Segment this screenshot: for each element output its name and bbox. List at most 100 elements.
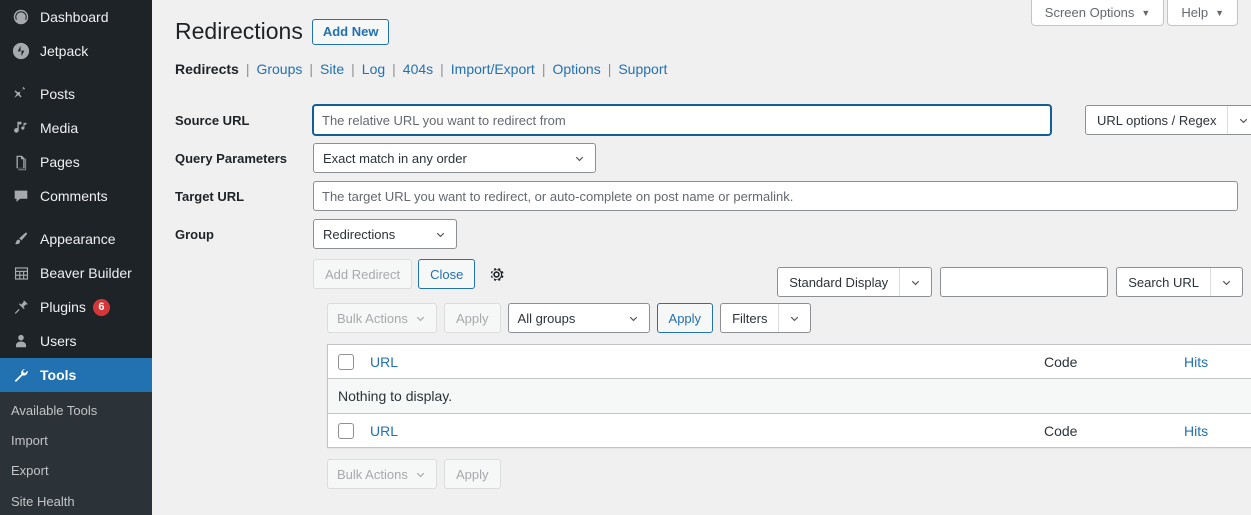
filters-dropdown[interactable]: Filters	[720, 303, 812, 333]
bulk-actions-toolbar-bottom: Bulk Actions Apply	[327, 459, 501, 489]
group-filter-select[interactable]: All groups	[507, 303, 650, 333]
subnav-item-groups[interactable]: Groups	[256, 61, 302, 77]
select-all-checkbox-bottom[interactable]	[338, 422, 354, 439]
subnav-item-options[interactable]: Options	[552, 61, 600, 77]
query-parameters-select[interactable]: Exact match in any order	[313, 143, 596, 173]
search-input[interactable]	[940, 267, 1109, 297]
display-search-toolbar: Standard Display Search URL	[777, 267, 1243, 297]
sidebar-item-label: Appearance	[40, 231, 116, 247]
sidebar-item-tools[interactable]: Tools	[0, 358, 152, 392]
sidebar-item-beaver-builder[interactable]: Beaver Builder	[0, 256, 152, 290]
sidebar-item-appearance[interactable]: Appearance	[0, 222, 152, 256]
sidebar-item-label: Pages	[40, 154, 80, 170]
apply-bulk-button-top[interactable]: Apply	[444, 303, 501, 333]
query-parameters-row: Query Parameters Exact match in any orde…	[175, 143, 1239, 173]
table-footer-row: URL Code Hits Last Access	[328, 413, 1251, 447]
sidebar-item-label: Beaver Builder	[40, 265, 132, 281]
sidebar-item-label: Jetpack	[40, 43, 89, 59]
query-parameters-value: Exact match in any order	[323, 150, 467, 166]
chevron-down-icon	[559, 152, 586, 165]
screen-options-tab[interactable]: Screen Options ▼	[1030, 0, 1165, 26]
chevron-down-icon	[778, 304, 810, 332]
subnav-separator: |	[245, 61, 250, 77]
subnav-item-redirects[interactable]: Redirects	[175, 61, 239, 77]
column-footer-url[interactable]: URL	[370, 423, 1044, 439]
subnav-separator: |	[607, 61, 612, 77]
sidebar-item-label: Comments	[40, 188, 108, 204]
bulk-actions-select-bottom[interactable]: Bulk Actions	[327, 459, 437, 489]
display-mode-dropdown[interactable]: Standard Display	[777, 267, 933, 297]
sidebar-item-pages[interactable]: Pages	[0, 145, 152, 179]
group-filter-value: All groups	[517, 310, 576, 326]
submenu-item-site-health[interactable]: Site Health	[0, 487, 152, 515]
chevron-down-icon	[899, 268, 931, 296]
close-button[interactable]: Close	[418, 259, 476, 289]
subnav-item-log[interactable]: Log	[362, 61, 385, 77]
add-redirect-form: Source URL URL options / Regex Query Par…	[175, 105, 1251, 289]
group-value: Redirections	[323, 226, 396, 242]
plugins-update-badge: 6	[92, 298, 110, 316]
bulk-actions-value: Bulk Actions	[337, 310, 408, 326]
help-label: Help	[1181, 5, 1209, 20]
submenu-item-export[interactable]: Export	[0, 456, 152, 486]
group-label: Group	[175, 226, 214, 242]
sidebar-item-users[interactable]: Users	[0, 324, 152, 358]
source-url-input[interactable]	[313, 105, 1051, 135]
submenu-item-available-tools[interactable]: Available Tools	[0, 396, 152, 426]
sidebar-item-label: Posts	[40, 86, 76, 102]
submenu-item-import[interactable]: Import	[0, 426, 152, 456]
admin-content: Screen Options ▼ Help ▼ Redirections Add…	[152, 0, 1251, 515]
chevron-down-icon: ▼	[1141, 7, 1151, 18]
url-options-regex-dropdown[interactable]: URL options / Regex	[1085, 105, 1251, 135]
sidebar-item-plugins[interactable]: Plugins 6	[0, 290, 152, 324]
apply-filter-button[interactable]: Apply	[656, 303, 714, 333]
sidebar-item-label: Plugins	[40, 299, 86, 315]
subnav-item-404s[interactable]: 404s	[403, 61, 433, 77]
chevron-down-icon	[408, 468, 427, 481]
column-header-url[interactable]: URL	[370, 354, 1044, 370]
search-type-dropdown[interactable]: Search URL	[1116, 267, 1243, 297]
subnav-separator: |	[392, 61, 396, 77]
sidebar-item-jetpack[interactable]: Jetpack	[0, 34, 152, 68]
search-type-label: Search URL	[1128, 274, 1199, 290]
subnav-item-import-export[interactable]: Import/Export	[451, 61, 535, 77]
sidebar-item-comments[interactable]: Comments	[0, 179, 152, 213]
add-new-button[interactable]: Add New	[311, 18, 390, 45]
target-url-row: Target URL	[175, 181, 1239, 211]
subnav-separator: |	[351, 61, 355, 77]
help-tab[interactable]: Help ▼	[1167, 0, 1238, 26]
sidebar-separator	[0, 68, 152, 77]
sidebar-item-label: Dashboard	[40, 9, 109, 25]
sidebar-item-dashboard[interactable]: Dashboard	[0, 0, 152, 34]
target-url-input[interactable]	[313, 181, 1238, 211]
bulk-actions-select-top[interactable]: Bulk Actions	[327, 303, 437, 333]
group-select[interactable]: Redirections	[313, 219, 457, 249]
sidebar-item-label: Users	[40, 333, 77, 349]
add-redirect-button[interactable]: Add Redirect	[313, 259, 413, 289]
column-header-hits[interactable]: Hits	[1184, 354, 1251, 370]
redirects-table: URL Code Hits Last Access Nothing to dis…	[327, 344, 1251, 448]
comment-icon	[11, 186, 31, 206]
sidebar-item-media[interactable]: Media	[0, 111, 152, 145]
wordpress-admin-screen: Dashboard Jetpack Posts Media Pages Comm…	[0, 0, 1251, 515]
subnav-item-site[interactable]: Site	[320, 61, 344, 77]
tools-submenu: Available Tools Import Export Site Healt…	[0, 392, 152, 515]
table-empty-message: Nothing to display.	[328, 379, 1251, 413]
chevron-down-icon	[408, 312, 427, 325]
pin-icon	[11, 84, 31, 104]
subnav-item-support[interactable]: Support	[618, 61, 667, 77]
gear-icon[interactable]	[485, 263, 507, 285]
grid-icon	[11, 263, 31, 283]
user-icon	[11, 331, 31, 351]
source-url-row: Source URL URL options / Regex	[175, 105, 1251, 135]
sidebar-item-posts[interactable]: Posts	[0, 77, 152, 111]
select-all-checkbox-top[interactable]	[338, 353, 354, 370]
chevron-down-icon	[613, 312, 640, 325]
sidebar-item-label: Tools	[40, 367, 77, 383]
active-item-arrow	[138, 358, 152, 392]
brush-icon	[11, 229, 31, 249]
apply-bulk-button-bottom[interactable]: Apply	[444, 459, 501, 489]
group-row: Group Redirections	[175, 219, 1239, 249]
admin-sidebar: Dashboard Jetpack Posts Media Pages Comm…	[0, 0, 152, 515]
column-footer-hits[interactable]: Hits	[1184, 423, 1251, 439]
